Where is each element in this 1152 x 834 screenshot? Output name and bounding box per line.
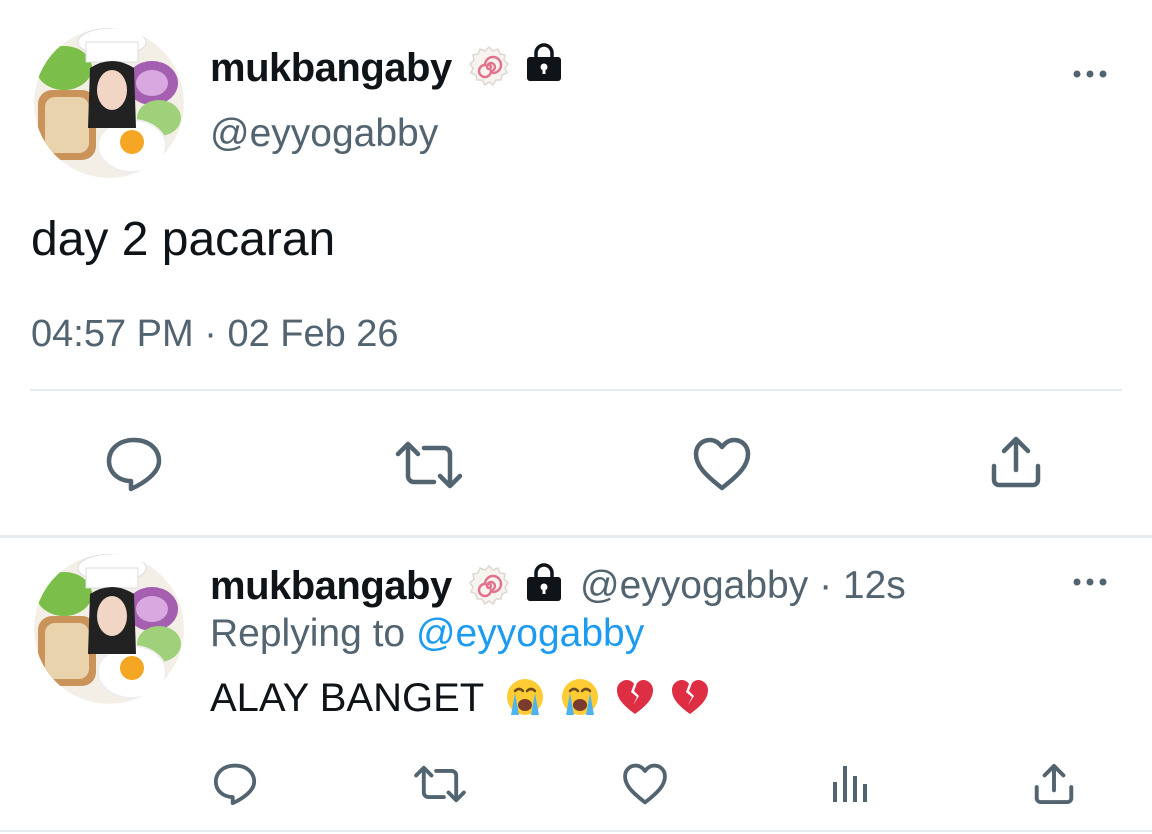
divider <box>0 830 1152 832</box>
reply-text: ALAY BANGET <box>210 676 484 720</box>
retweet-icon[interactable] <box>394 440 464 490</box>
broken-heart-icon <box>616 680 653 714</box>
reply-time-ago[interactable]: 12s <box>843 564 906 607</box>
reply-avatar[interactable] <box>34 554 184 704</box>
timestamp-separator: · <box>204 313 217 355</box>
replying-to-label: Replying to <box>210 612 406 655</box>
lock-icon <box>522 560 566 604</box>
tweet-date: 02 Feb 26 <box>227 313 399 355</box>
replying-to-line: Replying to @eyyogabby <box>210 612 644 656</box>
reply-author-display-name[interactable]: mukbangaby <box>210 564 452 608</box>
divider <box>0 535 1152 538</box>
reply-meta: @eyyogabby · 12s <box>580 564 906 608</box>
lock-icon <box>522 40 566 84</box>
avatar[interactable] <box>34 28 184 178</box>
share-icon[interactable] <box>988 434 1044 490</box>
replying-to-handle[interactable]: @eyyogabby <box>416 612 644 655</box>
reply-text-line: ALAY BANGET <box>210 674 710 722</box>
avatar-image <box>34 28 184 178</box>
reply-meta-separator: · <box>819 564 833 607</box>
more-options-icon[interactable] <box>1070 574 1110 590</box>
fishcake-badge-icon <box>467 564 511 608</box>
share-icon[interactable] <box>1032 762 1076 806</box>
author-handle[interactable]: @eyyogabby <box>210 112 438 156</box>
fishcake-badge-icon <box>467 45 511 89</box>
author-display-name[interactable]: mukbangaby <box>210 46 452 90</box>
reply-icon[interactable] <box>104 436 164 492</box>
tweet-time: 04:57 PM <box>31 313 194 355</box>
loudly-crying-face-icon <box>561 679 598 715</box>
more-options-icon[interactable] <box>1070 66 1110 82</box>
avatar-image <box>34 554 184 704</box>
reply-icon[interactable] <box>212 762 258 806</box>
broken-heart-icon <box>671 680 708 714</box>
like-icon[interactable] <box>622 762 668 806</box>
tweet-text: day 2 pacaran <box>31 213 336 266</box>
like-icon[interactable] <box>692 436 752 492</box>
retweet-icon[interactable] <box>413 764 467 804</box>
divider <box>30 389 1122 391</box>
loudly-crying-face-icon <box>506 679 543 715</box>
tweet-timestamp: 04:57 PM · 02 Feb 26 <box>31 312 399 356</box>
analytics-icon[interactable] <box>830 762 870 804</box>
reply-author-handle[interactable]: @eyyogabby <box>580 564 808 607</box>
